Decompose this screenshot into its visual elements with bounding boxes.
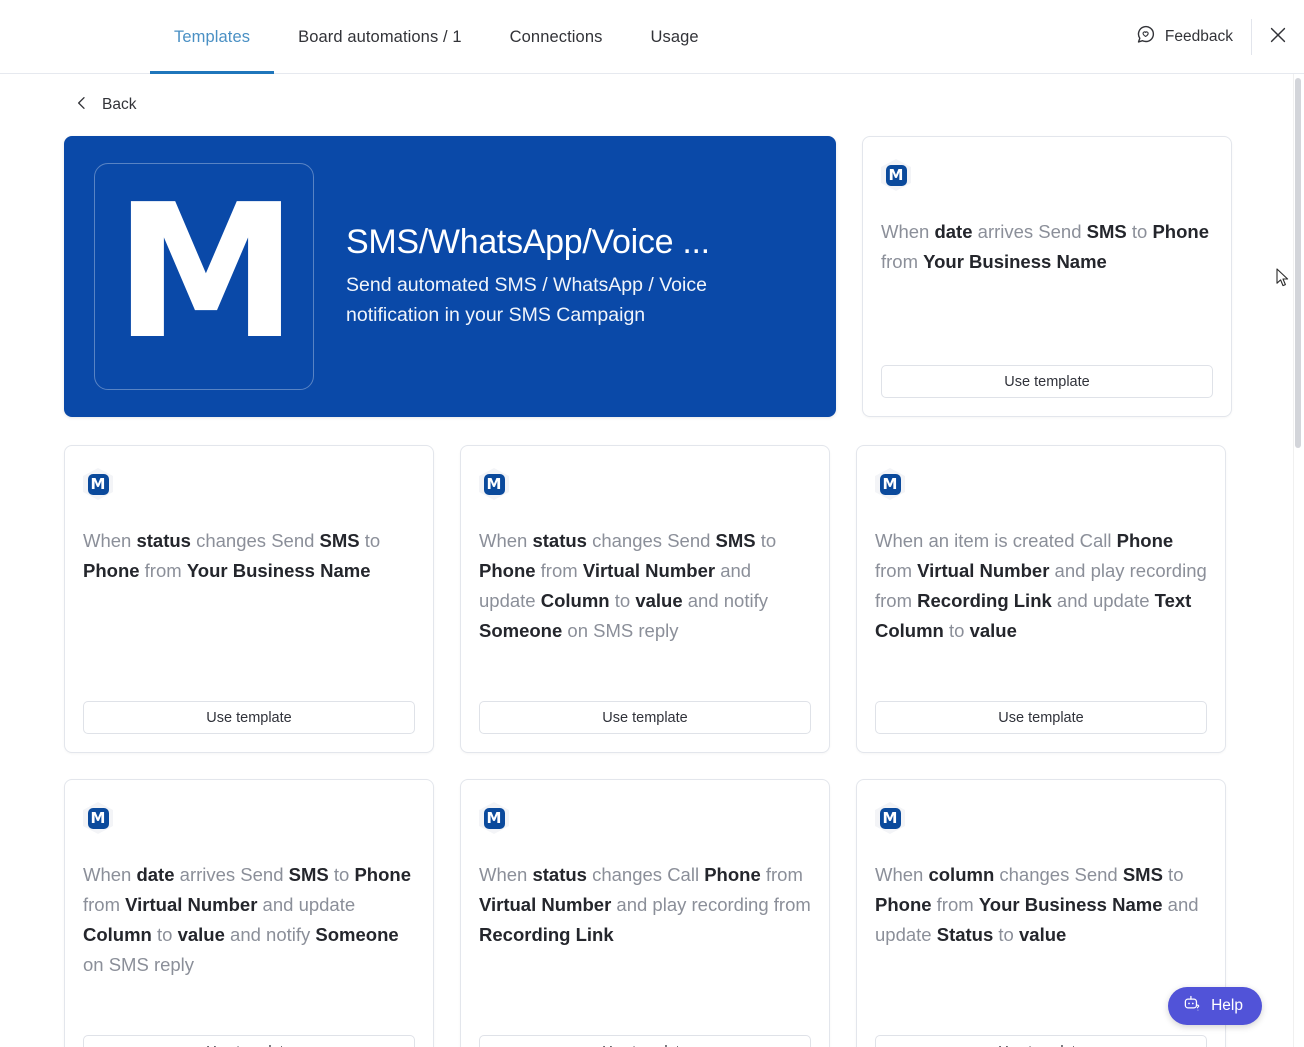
help-label: Help (1211, 997, 1243, 1014)
vertical-scrollbar-thumb[interactable] (1295, 78, 1301, 448)
use-template-button[interactable]: Use template (479, 701, 811, 734)
template-description: When column changes Send SMS to Phone fr… (875, 864, 1199, 945)
hero-title: SMS/WhatsApp/Voice ... (346, 223, 710, 262)
feedback-label: Feedback (1164, 28, 1233, 45)
monday-app-badge-icon: M (875, 802, 905, 834)
use-template-button[interactable]: Use template (875, 1035, 1207, 1047)
hero-banner[interactable]: M SMS/WhatsApp/Voice ... Send automated … (64, 136, 836, 417)
tab-templates[interactable]: Templates (150, 0, 275, 74)
template-description: When an item is created Call Phone from … (875, 530, 1207, 641)
template-description: When status changes Send SMS to Phone fr… (83, 530, 381, 581)
monday-app-badge-icon: M (875, 468, 905, 500)
template-card[interactable]: M When date arrives Send SMS to Phone fr… (64, 779, 434, 1047)
template-description: When status changes Call Phone from Virt… (479, 864, 811, 945)
tab-label: Usage (650, 27, 699, 46)
close-icon (1267, 24, 1289, 51)
template-description: When date arrives Send SMS to Phone from… (881, 221, 1209, 272)
monday-app-badge-icon: M (881, 159, 911, 191)
hero-subtitle: Send automated SMS / WhatsApp / Voice no… (346, 274, 707, 327)
template-grid: M When status changes Send SMS to Phone … (64, 445, 1240, 1047)
app-window: Templates Board automations / 1 Connecti… (0, 0, 1304, 1047)
monday-app-badge-icon: M (479, 468, 509, 500)
top-tab-bar: Templates Board automations / 1 Connecti… (0, 0, 1304, 74)
hero-logo-letter: M (113, 164, 298, 380)
template-card[interactable]: M When status changes Call Phone from Vi… (460, 779, 830, 1047)
template-description: When status changes Send SMS to Phone fr… (479, 530, 777, 641)
tab-connections[interactable]: Connections (486, 0, 627, 74)
use-template-button[interactable]: Use template (83, 1035, 415, 1047)
monday-app-badge-icon: M (83, 468, 113, 500)
back-row: Back (0, 74, 1304, 136)
template-card[interactable]: M When status changes Send SMS to Phone … (64, 445, 434, 753)
help-button[interactable]: Help (1168, 987, 1262, 1025)
hero-text: SMS/WhatsApp/Voice ... Send automated SM… (346, 222, 776, 330)
use-template-button[interactable]: Use template (875, 701, 1207, 734)
monday-app-badge-icon: M (83, 802, 113, 834)
template-card[interactable]: M When status changes Send SMS to Phone … (460, 445, 830, 753)
back-button[interactable]: Back (74, 94, 136, 117)
badge-letter: M (879, 807, 901, 829)
speech-bubble-heart-icon (1135, 24, 1156, 50)
back-label: Back (102, 96, 137, 113)
tab-label: Templates (174, 27, 251, 46)
robot-question-icon (1183, 994, 1202, 1018)
template-description: When date arrives Send SMS to Phone from… (83, 864, 411, 975)
badge-letter: M (879, 473, 901, 495)
top-bar-actions: Feedback (1135, 0, 1304, 74)
tab-list: Templates Board automations / 1 Connecti… (150, 0, 723, 74)
use-template-button[interactable]: Use template (881, 365, 1213, 398)
feedback-button[interactable]: Feedback (1135, 24, 1251, 50)
template-card[interactable]: M When date arrives Send SMS to Phone fr… (862, 136, 1232, 417)
badge-letter: M (483, 807, 505, 829)
chevron-left-icon (74, 94, 90, 117)
use-template-button[interactable]: Use template (479, 1035, 811, 1047)
tab-usage[interactable]: Usage (626, 0, 722, 74)
tab-label: Connections (509, 27, 603, 46)
tab-board-automations[interactable]: Board automations / 1 (274, 0, 486, 74)
tab-label: Board automations / 1 (298, 27, 462, 46)
use-template-button[interactable]: Use template (83, 701, 415, 734)
hero-logo: M (94, 163, 314, 390)
featured-row: M SMS/WhatsApp/Voice ... Send automated … (64, 136, 1240, 417)
templates-content: M SMS/WhatsApp/Voice ... Send automated … (0, 136, 1304, 1047)
badge-letter: M (87, 807, 109, 829)
template-card[interactable]: M When an item is created Call Phone fro… (856, 445, 1226, 753)
monday-app-badge-icon: M (479, 802, 509, 834)
badge-letter: M (483, 473, 505, 495)
badge-letter: M (885, 164, 907, 186)
badge-letter: M (87, 473, 109, 495)
close-button[interactable] (1252, 0, 1304, 74)
